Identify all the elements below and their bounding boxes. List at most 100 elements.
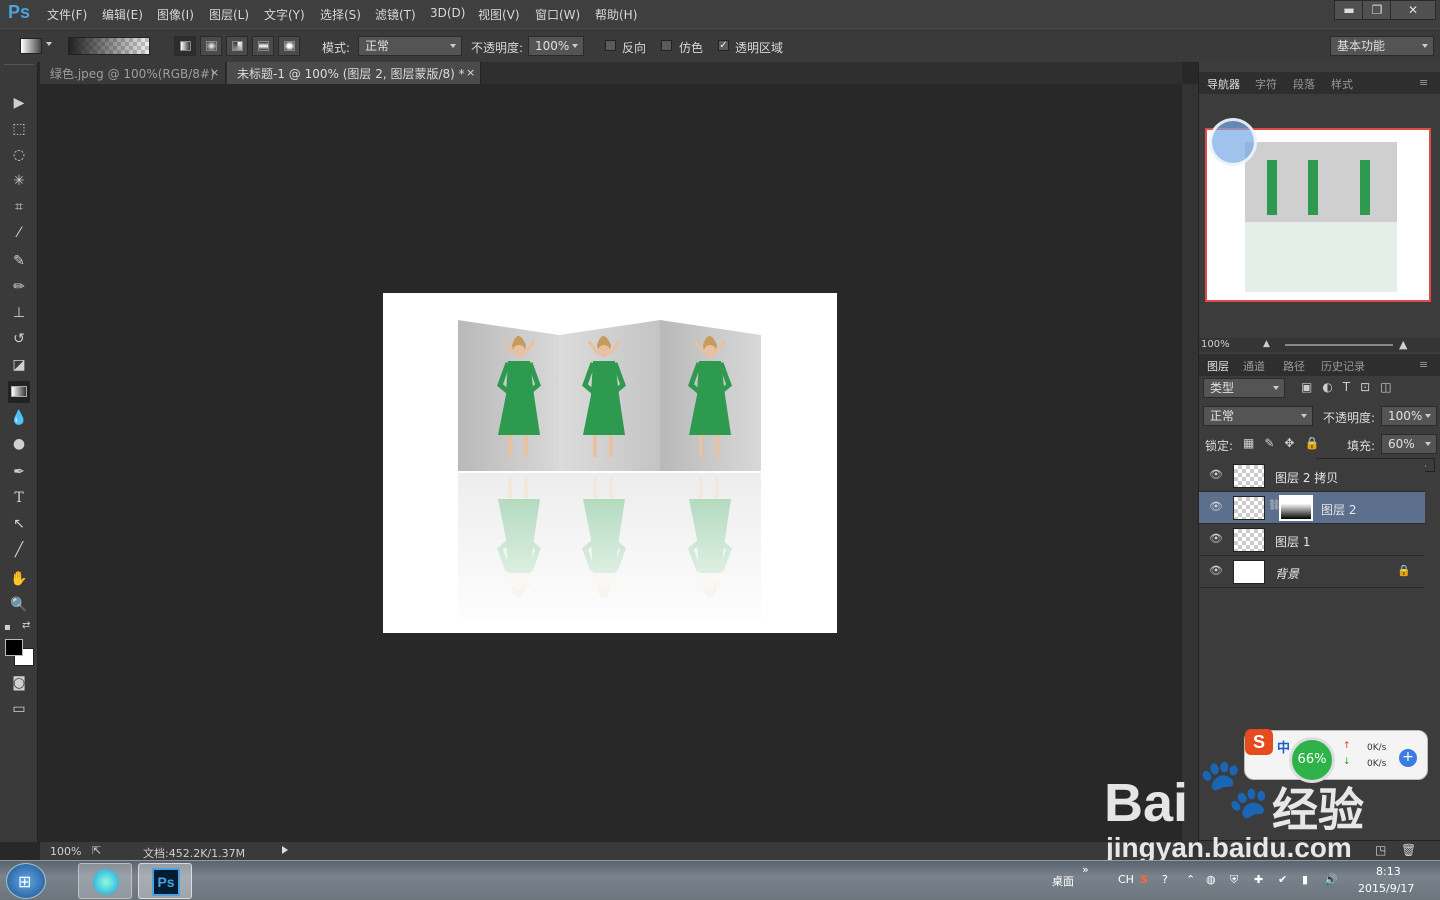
- tab-close-icon[interactable]: ×: [210, 66, 219, 79]
- angle-gradient-button[interactable]: [226, 36, 248, 56]
- reverse-checkbox[interactable]: [605, 40, 616, 51]
- toolbar-expand-icon[interactable]: »: [1082, 863, 1089, 876]
- layer-name[interactable]: 图层 2 拷贝: [1275, 469, 1338, 486]
- tab-character[interactable]: 字符: [1255, 76, 1277, 92]
- layer-row[interactable]: 👁 背景 🔒: [1199, 556, 1425, 588]
- screen-mode-icon[interactable]: ▭: [8, 698, 30, 720]
- radial-gradient-button[interactable]: [200, 36, 222, 56]
- tab-navigator[interactable]: 导航器: [1207, 76, 1240, 92]
- taskbar-photoshop[interactable]: Ps: [138, 863, 192, 899]
- healing-brush-tool-icon[interactable]: ✎: [8, 250, 30, 272]
- blur-tool-icon[interactable]: 💧: [8, 407, 30, 429]
- status-menu-arrow-icon[interactable]: [282, 846, 292, 854]
- visibility-eye-icon[interactable]: 👁: [1209, 532, 1223, 546]
- menu-help[interactable]: 帮助(H): [595, 6, 637, 23]
- navigator-preview[interactable]: [1205, 118, 1431, 302]
- default-colors-icon[interactable]: ▪: [4, 622, 11, 633]
- menu-image[interactable]: 图像(I): [157, 6, 194, 23]
- menu-file[interactable]: 文件(F): [47, 6, 87, 23]
- linear-gradient-button[interactable]: [174, 36, 196, 56]
- blend-mode-select[interactable]: 正常: [1203, 406, 1313, 426]
- sogou-tray-icon[interactable]: S: [1140, 873, 1148, 886]
- help-tray-icon[interactable]: ?: [1162, 873, 1168, 886]
- layer-row-selected[interactable]: 👁 ⛓ 图层 2: [1199, 492, 1425, 524]
- layer-name[interactable]: 背景: [1275, 565, 1299, 582]
- gradient-swatch[interactable]: [68, 37, 150, 55]
- mode-select[interactable]: 正常: [358, 36, 462, 56]
- menu-view[interactable]: 视图(V): [478, 6, 520, 23]
- swap-colors-icon[interactable]: ⇄: [22, 620, 30, 631]
- menu-type[interactable]: 文字(Y): [264, 6, 305, 23]
- layer-opacity-field[interactable]: 100%: [1381, 406, 1437, 426]
- menu-3d[interactable]: 3D(D): [430, 6, 465, 20]
- taskbar-browser[interactable]: [78, 863, 132, 899]
- brush-tool-icon[interactable]: ✏: [8, 276, 30, 298]
- gradient-tool-icon[interactable]: [8, 381, 30, 403]
- desktop-toolbar-label[interactable]: 桌面: [1052, 873, 1074, 889]
- layer-name[interactable]: 图层 1: [1275, 533, 1310, 550]
- tray-expand-icon[interactable]: ⌃: [1186, 873, 1195, 886]
- canvas-scrollbar[interactable]: [1182, 84, 1198, 860]
- export-icon[interactable]: ⇱: [92, 844, 101, 857]
- magic-wand-tool-icon[interactable]: ✳: [8, 170, 30, 192]
- menu-select[interactable]: 选择(S): [320, 6, 361, 23]
- history-brush-tool-icon[interactable]: ↺: [8, 328, 30, 350]
- pen-tool-icon[interactable]: ✒: [8, 461, 30, 483]
- sogou-ime-icon[interactable]: S: [1245, 729, 1273, 755]
- language-indicator[interactable]: CH: [1118, 873, 1134, 886]
- menu-filter[interactable]: 滤镜(T): [375, 6, 416, 23]
- tab-channels[interactable]: 通道: [1243, 358, 1265, 374]
- zoom-readout[interactable]: 100%: [50, 845, 81, 858]
- gradient-tool-icon[interactable]: [20, 38, 42, 54]
- document-canvas[interactable]: [383, 293, 837, 633]
- start-button[interactable]: ⊞: [6, 863, 46, 899]
- menu-layer[interactable]: 图层(L): [209, 6, 249, 23]
- transparency-checkbox[interactable]: ✓: [718, 40, 729, 51]
- hand-tool-icon[interactable]: ✋: [8, 568, 30, 590]
- app-tray-icon[interactable]: ✚: [1254, 873, 1263, 886]
- foreground-color-swatch[interactable]: [5, 639, 23, 656]
- tab-untitled-1[interactable]: 未标题-1 @ 100% (图层 2, 图层蒙版/8) *: [227, 62, 481, 84]
- tab-green-jpeg[interactable]: 绿色.jpeg @ 100%(RGB/8#): [40, 62, 226, 84]
- zoom-out-icon[interactable]: ▲: [1263, 339, 1270, 349]
- layer-mask-thumbnail[interactable]: [1279, 495, 1313, 521]
- tab-layers[interactable]: 图层: [1207, 358, 1229, 374]
- layer-name[interactable]: 图层 2: [1321, 501, 1356, 518]
- quick-mask-icon[interactable]: ◙: [8, 672, 30, 694]
- navigator-zoom-readout[interactable]: 100%: [1201, 339, 1230, 350]
- opacity-field[interactable]: 100%: [528, 36, 584, 56]
- signal-tray-icon[interactable]: ▮: [1302, 873, 1308, 886]
- restore-button[interactable]: ❐: [1362, 0, 1392, 20]
- update-tray-icon[interactable]: ✔: [1278, 873, 1287, 886]
- diamond-gradient-button[interactable]: [278, 36, 300, 56]
- menu-edit[interactable]: 编辑(E): [102, 6, 143, 23]
- visibility-eye-icon[interactable]: 👁: [1209, 564, 1223, 578]
- dodge-tool-icon[interactable]: ●: [8, 433, 30, 455]
- network-speed-widget[interactable]: S 中 66% ↑ ↓ 0K/s 0K/s +: [1244, 729, 1428, 783]
- menu-window[interactable]: 窗口(W): [535, 6, 580, 23]
- fill-field[interactable]: 60%: [1381, 434, 1437, 454]
- layer-row[interactable]: 👁 图层 2 拷贝: [1199, 460, 1425, 492]
- tool-preset-arrow-icon[interactable]: [46, 42, 52, 49]
- close-button[interactable]: ✕: [1390, 0, 1436, 20]
- line-tool-icon[interactable]: ╱: [8, 539, 30, 561]
- move-tool-icon[interactable]: ▶: [8, 92, 30, 114]
- workspace-select[interactable]: 基本功能: [1330, 36, 1434, 56]
- tab-paragraph[interactable]: 段落: [1293, 76, 1315, 92]
- clock-date[interactable]: 2015/9/17: [1358, 882, 1414, 895]
- volume-icon[interactable]: 🔊: [1324, 873, 1338, 886]
- panel-menu-icon[interactable]: ≡: [1419, 76, 1428, 89]
- eyedropper-tool-icon[interactable]: ⁄: [8, 222, 30, 244]
- tab-styles[interactable]: 样式: [1331, 76, 1353, 92]
- path-selection-tool-icon[interactable]: ↖: [8, 513, 30, 535]
- visibility-eye-icon[interactable]: 👁: [1209, 500, 1223, 514]
- layer-filter-select[interactable]: 类型: [1203, 378, 1285, 398]
- reflected-gradient-button[interactable]: [252, 36, 274, 56]
- network-tray-icon[interactable]: ◍: [1206, 873, 1216, 886]
- marquee-tool-icon[interactable]: ⬚: [8, 118, 30, 140]
- tab-close-icon[interactable]: ×: [466, 66, 475, 79]
- zoom-tool-icon[interactable]: 🔍: [8, 594, 30, 616]
- dither-checkbox[interactable]: [661, 40, 672, 51]
- layer-filter-icons[interactable]: ▣◐T⊡◫: [1301, 380, 1402, 394]
- minimize-button[interactable]: ▬: [1334, 0, 1364, 20]
